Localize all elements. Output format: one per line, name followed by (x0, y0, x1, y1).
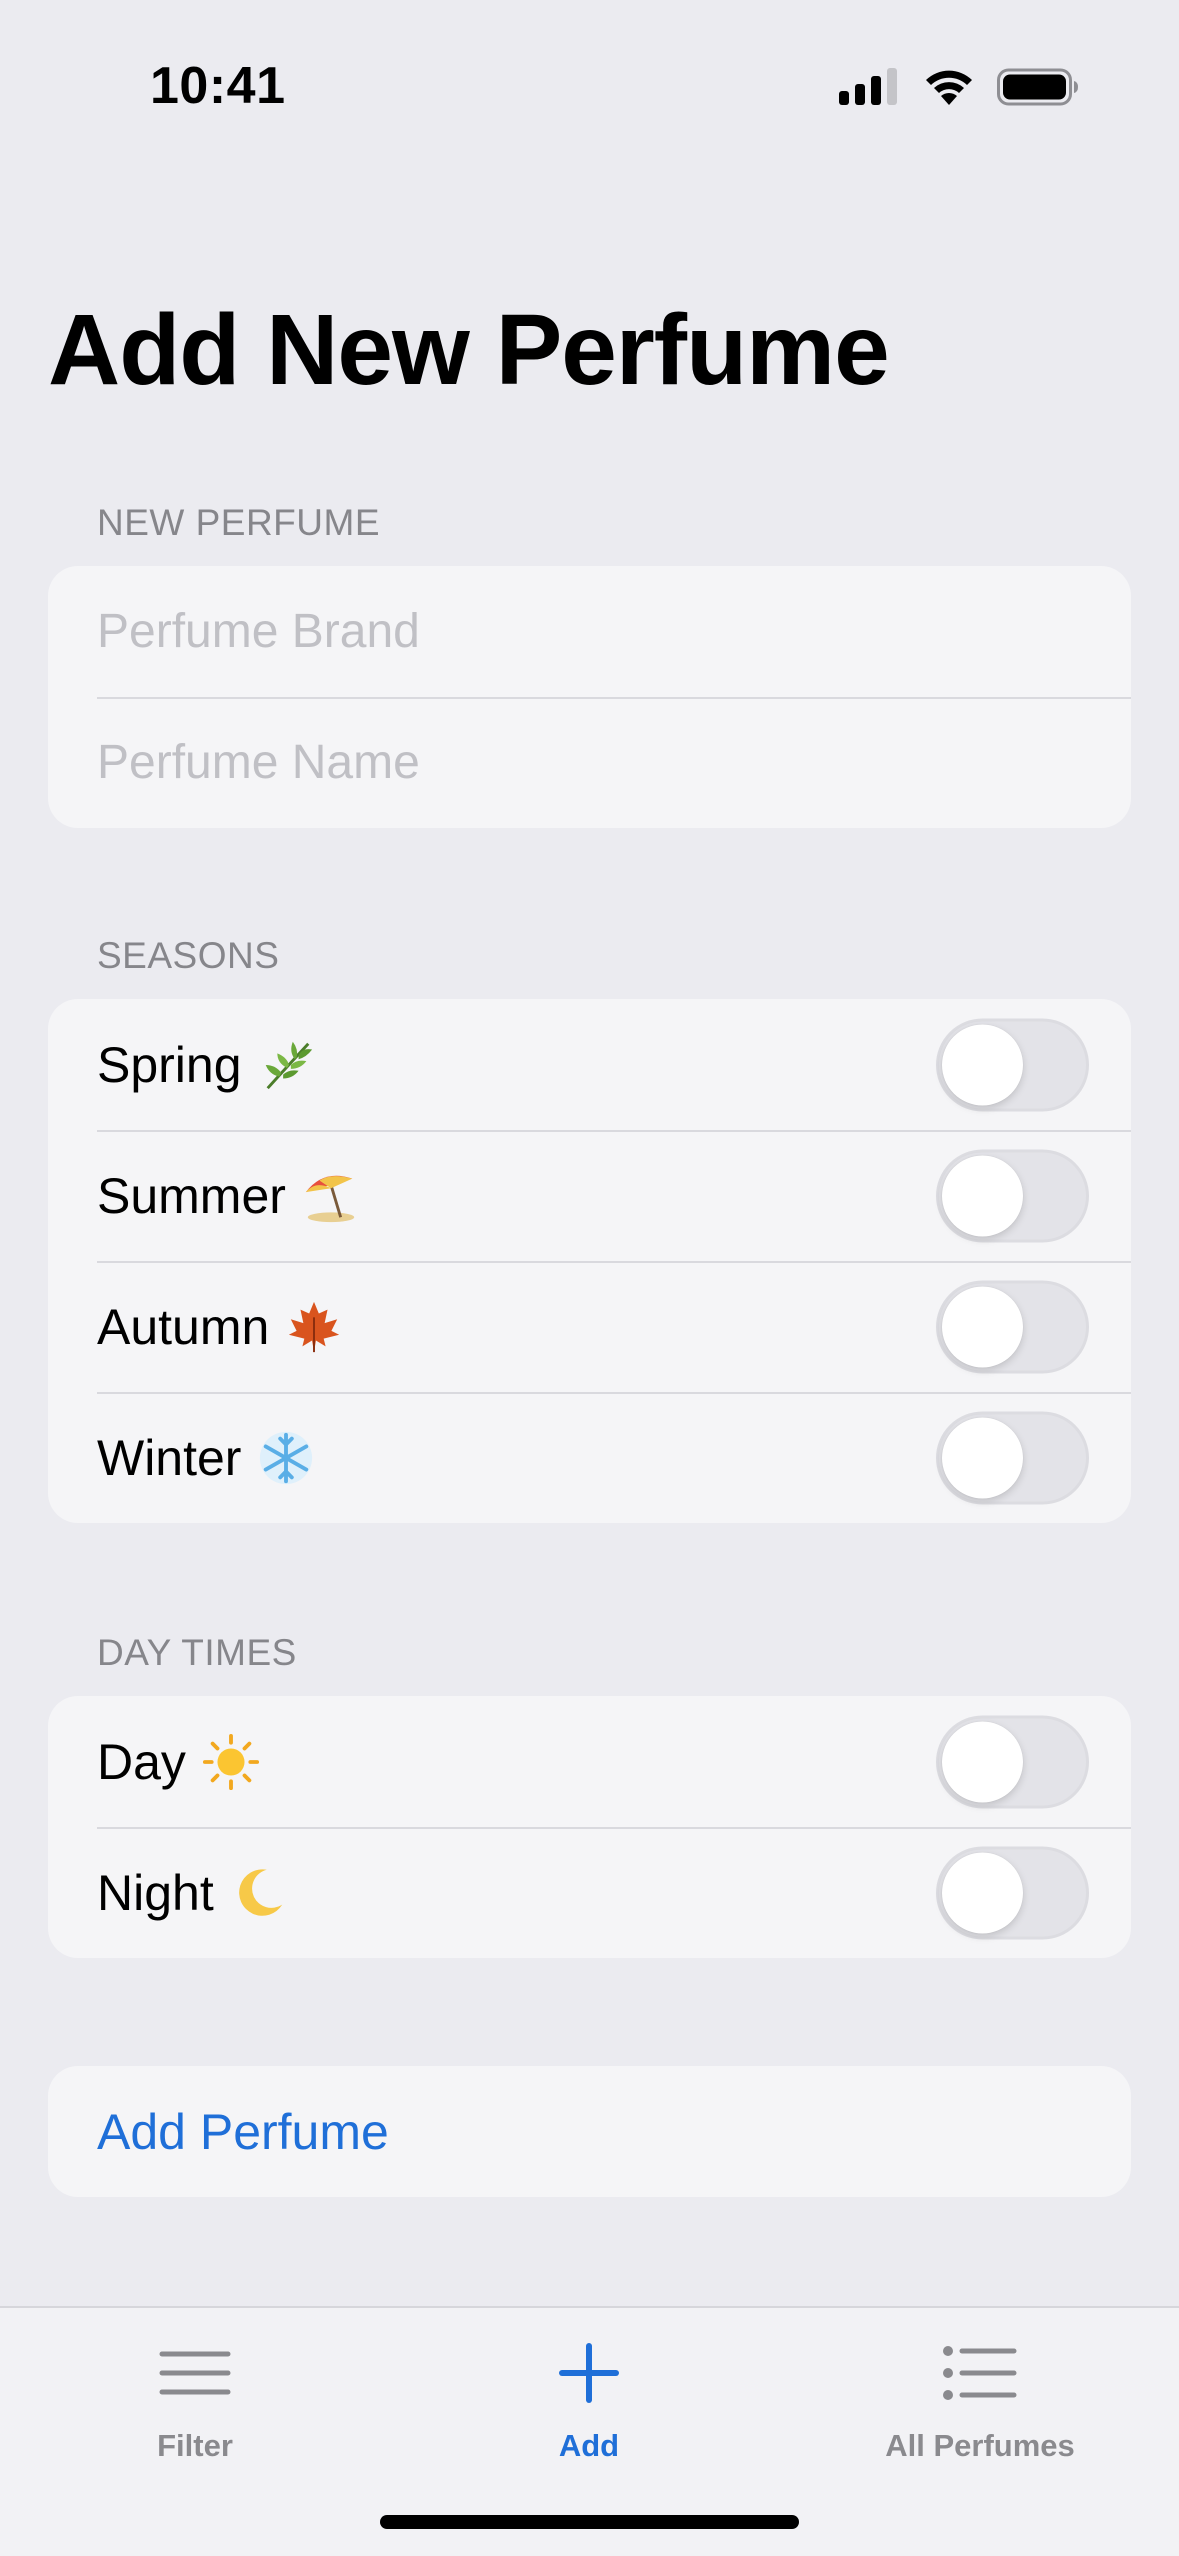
daytime-label: Day (97, 1733, 186, 1790)
home-indicator (380, 2515, 799, 2529)
list-icon (935, 2328, 1025, 2418)
season-label: Winter (97, 1429, 242, 1486)
toggle-knob (942, 1024, 1023, 1105)
tab-label: All Perfumes (885, 2428, 1075, 2463)
section-header-day-times: DAY TIMES (97, 1632, 297, 1673)
season-row-winter: Winter (48, 1392, 1131, 1523)
summer-toggle[interactable] (936, 1149, 1089, 1242)
toggle-knob (942, 1721, 1023, 1802)
tab-add[interactable]: Add (439, 2328, 739, 2464)
seasons-group: Spring Summer Autumn Winter (48, 999, 1131, 1523)
herb-icon (265, 1041, 312, 1089)
spring-toggle[interactable] (936, 1018, 1089, 1111)
perfume-brand-input[interactable] (97, 604, 1057, 659)
season-label: Summer (97, 1167, 286, 1224)
status-icons (839, 64, 1079, 110)
winter-toggle[interactable] (936, 1411, 1089, 1504)
status-bar: 10:41 (0, 0, 1179, 170)
wifi-icon (926, 70, 972, 105)
season-label: Autumn (97, 1298, 270, 1355)
season-row-summer: Summer (48, 1130, 1131, 1261)
add-perfume-button[interactable]: Add Perfume (48, 2066, 1131, 2197)
toggle-knob (942, 1417, 1023, 1498)
section-header-new-perfume: NEW PERFUME (97, 502, 380, 543)
toggle-knob (942, 1155, 1023, 1236)
day-toggle[interactable] (936, 1715, 1089, 1808)
season-row-spring: Spring (48, 999, 1131, 1130)
autumn-toggle[interactable] (936, 1280, 1089, 1373)
beach-umbrella-icon (305, 1175, 355, 1222)
sun-icon (202, 1733, 259, 1790)
brand-row (48, 566, 1131, 697)
tab-all-perfumes[interactable]: All Perfumes (830, 2328, 1130, 2464)
toggle-knob (942, 1286, 1023, 1367)
filter-lines-icon (150, 2328, 240, 2418)
daytime-row-night: Night (48, 1827, 1131, 1958)
battery-icon (997, 68, 1078, 106)
plus-icon (544, 2328, 634, 2418)
cellular-signal-icon (839, 68, 897, 105)
maple-leaf-icon (289, 1301, 340, 1352)
status-time: 10:41 (150, 57, 286, 115)
season-label: Spring (97, 1036, 242, 1093)
page-title: Add New Perfume (48, 294, 890, 406)
daytime-row-day: Day (48, 1696, 1131, 1827)
new-perfume-group (48, 566, 1131, 828)
name-row (48, 697, 1131, 828)
tab-filter[interactable]: Filter (45, 2328, 345, 2464)
daytime-label: Night (97, 1864, 214, 1921)
crescent-moon-icon (238, 1868, 282, 1916)
perfume-name-input[interactable] (97, 735, 1057, 790)
snowflake-icon (260, 1431, 313, 1484)
section-header-seasons: SEASONS (97, 935, 280, 976)
add-perfume-label: Add Perfume (97, 2103, 389, 2160)
night-toggle[interactable] (936, 1846, 1089, 1939)
tab-label: Add (558, 2428, 620, 2463)
tab-label: Filter (157, 2428, 233, 2463)
season-row-autumn: Autumn (48, 1261, 1131, 1392)
day-times-group: Day Night (48, 1696, 1131, 1958)
toggle-knob (942, 1852, 1023, 1933)
